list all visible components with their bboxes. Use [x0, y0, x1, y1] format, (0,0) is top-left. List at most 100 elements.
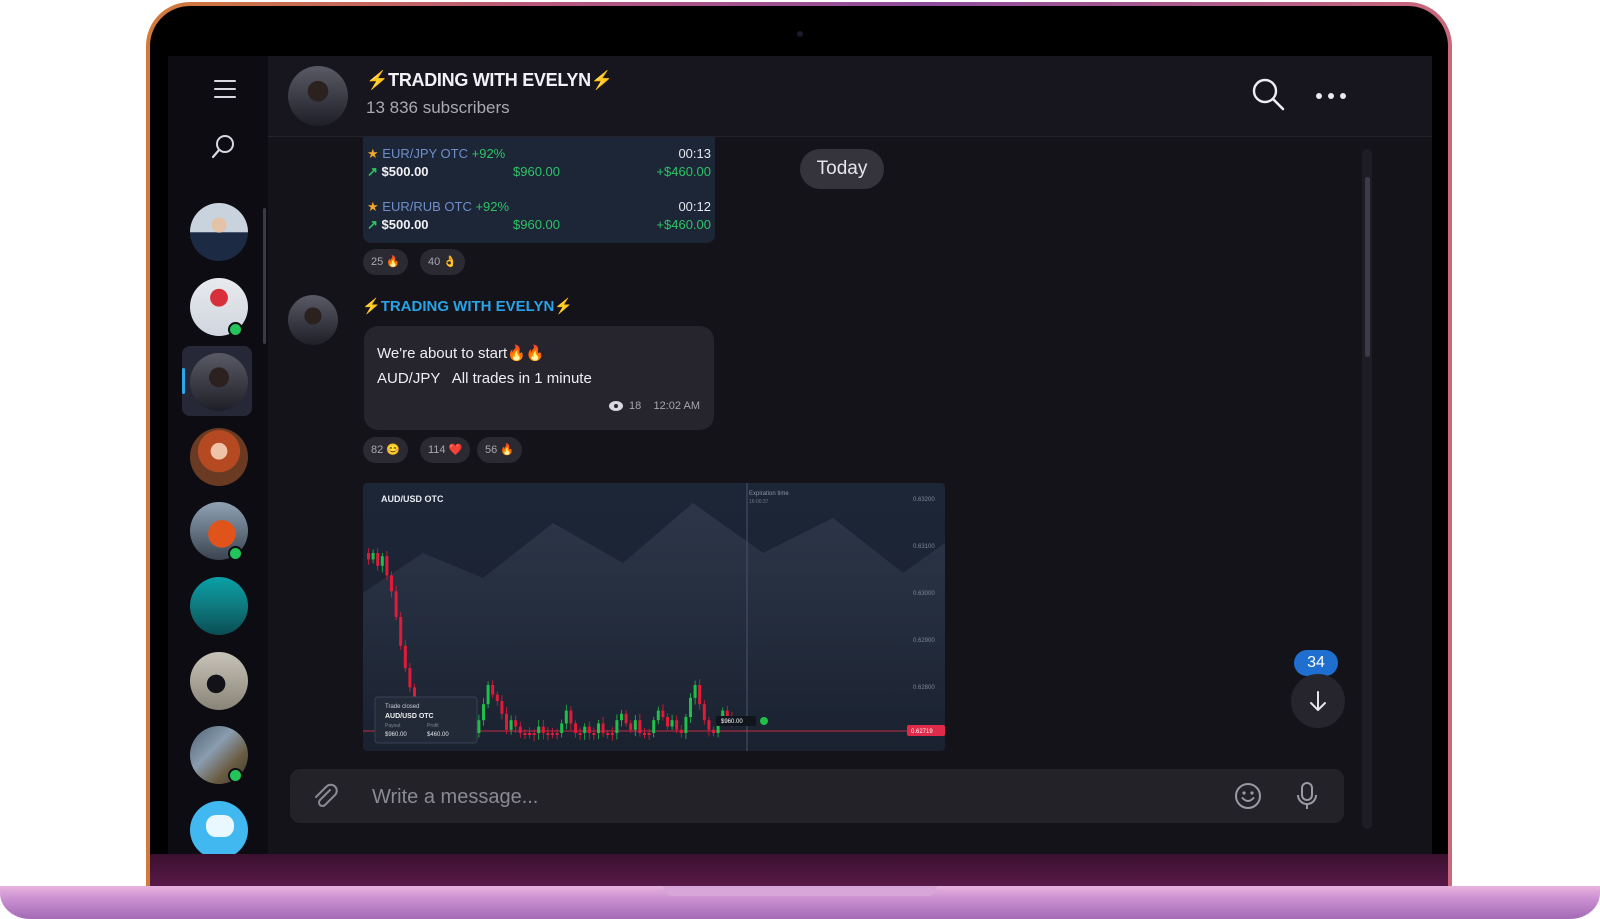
- candle-body: [376, 553, 380, 566]
- message-text: AUD/JPY All trades in 1 minute: [377, 370, 592, 387]
- feed-scrollbar-thumb[interactable]: [1365, 177, 1370, 357]
- online-indicator: [228, 768, 243, 783]
- message-author[interactable]: ⚡TRADING WITH EVELYN⚡: [362, 297, 573, 315]
- candle-body: [380, 556, 384, 566]
- candle-body: [670, 720, 674, 727]
- trade-pair: ★ EUR/JPY OTC +92%: [367, 146, 506, 161]
- price-tick-label: 0.62900: [913, 638, 935, 644]
- candle-body: [408, 668, 412, 688]
- trading-chart-image[interactable]: 0.63200 0.63100 0.63000 0.62900 0.62800 AUD/…: [363, 483, 945, 751]
- candle-body: [528, 733, 531, 735]
- candle-body: [514, 720, 518, 727]
- candle-body: [656, 710, 660, 721]
- candle-body: [495, 694, 499, 701]
- reaction-chip[interactable]: 40 👌: [420, 249, 466, 275]
- candle-body: [569, 710, 573, 724]
- camera: [797, 31, 803, 37]
- scroll-to-bottom-button[interactable]: [1291, 674, 1345, 728]
- candle-body: [702, 704, 706, 721]
- author-avatar[interactable]: [288, 295, 338, 345]
- candle-body: [486, 685, 490, 705]
- search-icon[interactable]: [210, 134, 236, 160]
- trade-box-title: Trade closed: [385, 704, 419, 710]
- reaction-chip[interactable]: 25 🔥: [363, 249, 409, 275]
- chat-avatar-7[interactable]: [190, 652, 248, 710]
- message-meta: 18 12:02 AM: [609, 400, 700, 412]
- candle-body: [592, 733, 596, 735]
- message-input[interactable]: [370, 785, 1194, 810]
- chat-avatar-1[interactable]: [190, 203, 248, 261]
- laptop-hinge: [150, 854, 1448, 888]
- candle-body: [661, 710, 665, 717]
- search-icon[interactable]: [1250, 76, 1286, 112]
- candle-body: [647, 733, 651, 735]
- trade-box-profit: $460.00: [427, 732, 449, 738]
- candle-body: [679, 729, 683, 733]
- candle-body: [574, 723, 577, 733]
- candle-body: [610, 733, 614, 735]
- candle-body: [684, 717, 688, 733]
- star-icon: ★: [367, 199, 379, 214]
- price-tick-label: 0.63200: [913, 497, 935, 503]
- ok-hand-emoji-icon: 👌: [443, 256, 458, 268]
- trade-payout: $960.00: [513, 164, 560, 179]
- message-bubble[interactable]: We're about to start🔥🔥 AUD/JPY All trade…: [364, 326, 714, 430]
- candle-body: [689, 697, 692, 717]
- mic-icon[interactable]: [1296, 781, 1318, 811]
- message-feed[interactable]: ★ EUR/JPY OTC +92% 00:13 ↗ $500.00 $960.…: [268, 137, 1432, 854]
- candle-body: [477, 720, 481, 733]
- candle-body: [500, 701, 504, 714]
- message-time: 12:02 AM: [653, 400, 700, 412]
- candle-body: [371, 553, 375, 560]
- candle-body: [712, 729, 715, 733]
- reaction-chip[interactable]: 114 ❤️: [420, 437, 471, 463]
- chat-avatar-6[interactable]: [190, 577, 248, 635]
- price-tick-label: 0.63100: [913, 544, 935, 550]
- candle-body: [546, 733, 550, 735]
- channel-title-text: TRADING WITH EVELYN: [388, 70, 591, 90]
- trade-pair: ★ EUR/RUB OTC +92%: [367, 199, 510, 214]
- current-price-label: 0.62719: [911, 729, 933, 735]
- trade-box-payout-label: Payout: [385, 723, 401, 729]
- entry-marker-label: $960.00: [721, 719, 743, 725]
- expiration-label: Expiration time: [749, 491, 789, 497]
- price-tick-label: 0.63000: [913, 591, 935, 597]
- candle-body: [403, 645, 407, 669]
- fire-emoji-icon: 🔥: [386, 256, 401, 268]
- chat-avatar-evelyn[interactable]: [190, 353, 248, 411]
- arrow-up-icon: ↗: [367, 217, 378, 232]
- candle-body: [518, 726, 522, 733]
- emoji-icon[interactable]: [1234, 782, 1262, 810]
- paperclip-icon[interactable]: [310, 781, 340, 811]
- eye-icon: [609, 401, 624, 412]
- candle-body: [638, 720, 642, 733]
- candle-body: [537, 726, 541, 733]
- bolt-icon: ⚡: [366, 70, 389, 90]
- candle-body: [367, 553, 370, 560]
- reaction-chip[interactable]: 56 🔥: [477, 437, 523, 463]
- candle-body: [560, 723, 564, 733]
- channel-avatar[interactable]: [288, 66, 348, 126]
- chat-header: ⚡TRADING WITH EVELYN⚡ 13 836 subscribers: [268, 56, 1432, 137]
- laptop-notch: [663, 886, 937, 896]
- candle-body: [394, 591, 398, 617]
- view-count: 18: [629, 400, 642, 412]
- candle-body: [583, 726, 587, 733]
- chat-avatar-9[interactable]: [190, 801, 248, 854]
- chat-avatar-4[interactable]: [190, 428, 248, 486]
- candle-body: [491, 685, 495, 695]
- reaction-chip[interactable]: 82 😊: [363, 437, 409, 463]
- candle-body: [532, 733, 536, 735]
- trade-time: 00:13: [678, 146, 711, 161]
- trade-payout: $960.00: [513, 217, 560, 232]
- candle-body: [601, 723, 605, 733]
- candle-body: [385, 556, 389, 576]
- date-separator: Today: [800, 149, 884, 189]
- more-icon[interactable]: [1316, 86, 1356, 102]
- online-indicator: [228, 322, 243, 337]
- channel-title[interactable]: ⚡TRADING WITH EVELYN⚡: [366, 70, 613, 91]
- trade-result-row: ★ EUR/RUB OTC +92% 00:12 ↗ $500.00 $960.…: [363, 190, 715, 243]
- rail-scrollbar[interactable]: [263, 208, 266, 344]
- trade-result-row: ★ EUR/JPY OTC +92% 00:13 ↗ $500.00 $960.…: [363, 137, 715, 190]
- menu-icon[interactable]: [214, 80, 236, 98]
